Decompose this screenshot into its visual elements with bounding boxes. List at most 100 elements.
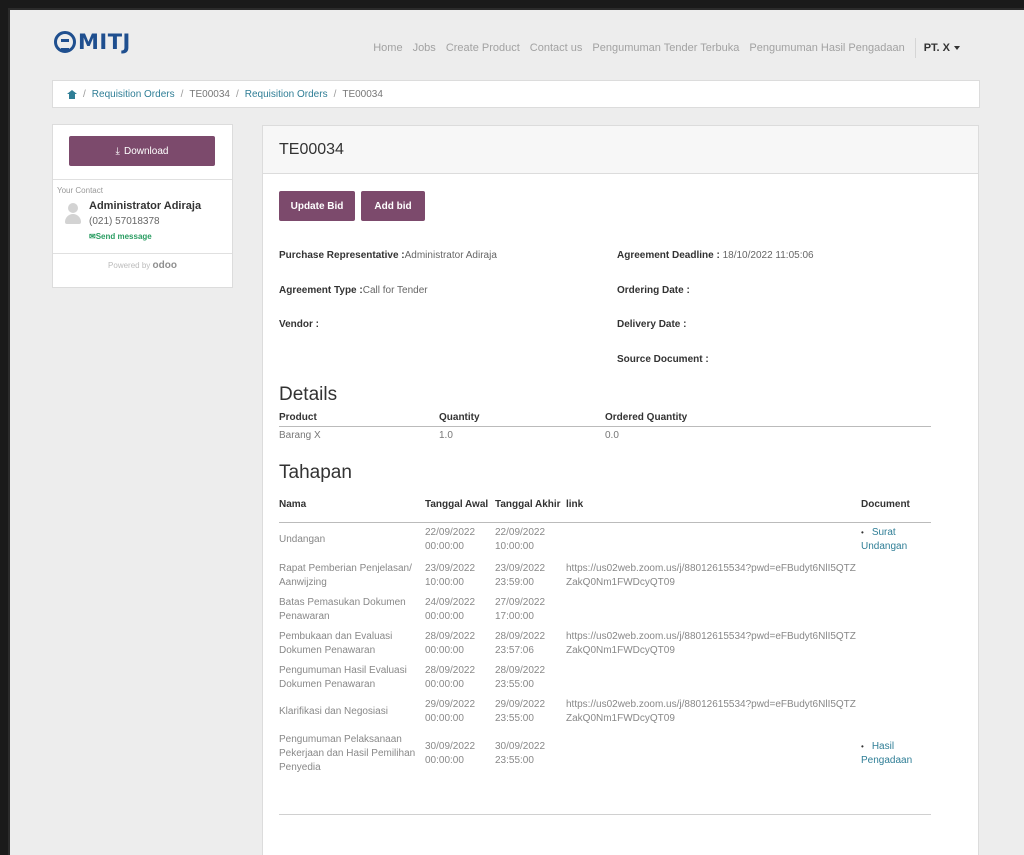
link-cell (566, 522, 861, 558)
document-link[interactable]: Hasil Pengadaan (861, 741, 912, 766)
ordered-quantity-cell: 0.0 (605, 429, 619, 441)
document-cell (861, 558, 931, 594)
start-date-cell: 24/09/2022 00:00:00 (425, 597, 476, 622)
bullet-icon: • (861, 742, 864, 751)
table-row: Pengumuman Pelaksanaan Pekerjaan dan Has… (279, 730, 931, 778)
table-row: Klarifikasi dan Negosiasi 29/09/2022 00:0… (279, 694, 931, 730)
purchase-rep-label: Purchase Representative : (279, 250, 405, 261)
user-menu[interactable]: PT. X (914, 38, 960, 58)
start-date-cell: 28/09/2022 00:00:00 (425, 631, 476, 656)
table-row: Pembukaan dan Evaluasi Dokumen Penawaran… (279, 626, 931, 662)
breadcrumb-item: TE00034 (189, 88, 230, 100)
end-date-cell: 28/09/2022 23:57:06 (495, 631, 546, 656)
divider (53, 253, 232, 254)
stage-name-cell: Klarifikasi dan Negosiasi (279, 706, 388, 717)
purchase-rep-value: Administrator Adiraja (404, 250, 497, 261)
sidebar: ⤓ Download Your Contact Administrator Ad… (52, 124, 233, 288)
stage-name-cell: Batas Pemasukan Dokumen Penawaran (279, 597, 406, 622)
start-date-cell: 28/09/2022 00:00:00 (425, 665, 476, 690)
link-cell (566, 730, 861, 778)
link-cell[interactable]: https://us02web.zoom.us/j/88012615534?pw… (566, 626, 861, 662)
user-name: PT. X (923, 42, 950, 54)
table-row: Barang X 1.0 0.0 (279, 426, 931, 444)
document-cell (861, 594, 931, 626)
stage-name-cell: Rapat Pemberian Penjelasan/ Aanwijzing (279, 563, 412, 588)
odoo-logo[interactable]: odoo (153, 260, 177, 271)
agreement-type-field: Agreement Type :Call for Tender (279, 285, 428, 296)
tahapan-title: Tahapan (279, 462, 352, 483)
source-document-field: Source Document : (617, 354, 709, 365)
agreement-deadline-field: Agreement Deadline : 18/10/2022 11:05:06 (617, 250, 814, 261)
send-message-label: Send message (95, 232, 152, 241)
agreement-deadline-value: 18/10/2022 11:05:06 (722, 250, 814, 261)
nav-link-create-product[interactable]: Create Product (446, 42, 520, 54)
start-date-cell: 30/09/2022 00:00:00 (425, 741, 476, 766)
column-header: Ordered Quantity (605, 410, 931, 427)
link-cell (566, 594, 861, 626)
powered-by-label: Powered by (108, 261, 151, 270)
delivery-date-field: Delivery Date : (617, 319, 686, 330)
document-cell[interactable]: • Surat Undangan (861, 522, 931, 558)
download-icon: ⤓ (115, 145, 120, 157)
send-message-link[interactable]: ✉Send message (89, 232, 152, 241)
vendor-field: Vendor : (279, 319, 319, 330)
link-cell[interactable]: https://us02web.zoom.us/j/88012615534?pw… (566, 558, 861, 594)
update-bid-button[interactable]: Update Bid (279, 191, 355, 221)
table-header-row: Nama Tanggal Awal Tanggal Akhir link Doc… (279, 488, 931, 523)
delivery-date-label: Delivery Date : (617, 319, 687, 330)
document-cell[interactable]: • Hasil Pengadaan (861, 730, 931, 778)
start-date-cell: 23/09/2022 10:00:00 (425, 563, 476, 588)
add-bid-button[interactable]: Add bid (361, 191, 425, 221)
column-header: Product (279, 410, 439, 427)
logo[interactable]: MITJ (54, 30, 131, 54)
start-date-cell: 22/09/2022 00:00:00 (425, 527, 476, 553)
end-date-cell: 23/09/2022 23:59:00 (495, 563, 546, 588)
link-cell[interactable]: https://us02web.zoom.us/j/88012615534?pw… (566, 694, 861, 730)
purchase-rep-field: Purchase Representative :Administrator A… (279, 250, 497, 261)
contact-name: Administrator Adiraja (89, 200, 202, 212)
breadcrumb-item[interactable]: Requisition Orders (245, 89, 328, 100)
home-icon[interactable] (67, 89, 77, 99)
stage-name-cell: Undangan (279, 534, 326, 546)
column-header: Tanggal Akhir (495, 488, 566, 523)
logo-text: MITJ (78, 30, 131, 54)
column-header: Tanggal Awal (425, 488, 495, 523)
breadcrumb-item[interactable]: Requisition Orders (92, 89, 175, 100)
agreement-deadline-label: Agreement Deadline : (617, 250, 720, 261)
column-header: Nama (279, 488, 425, 523)
details-title: Details (279, 384, 338, 405)
link-cell (566, 662, 861, 694)
ordering-date-label: Ordering Date : (617, 285, 690, 296)
download-label: Download (123, 145, 169, 157)
product-cell: Barang X (279, 429, 321, 441)
table-row: Rapat Pemberian Penjelasan/ Aanwijzing 23… (279, 558, 931, 594)
powered-by: Powered by odoo (53, 260, 232, 271)
breadcrumb: / Requisition Orders / TE00034 / Requisi… (52, 80, 980, 108)
nav-link-jobs[interactable]: Jobs (413, 42, 436, 54)
browser-frame: MITJ Home Jobs Create Product Contact us… (8, 8, 1024, 855)
contact-phone: (021) 57018378 (89, 216, 160, 227)
document-link[interactable]: Surat Undangan (861, 527, 907, 552)
end-date-cell: 30/09/2022 23:55:00 (495, 741, 546, 766)
source-document-label: Source Document : (617, 354, 709, 365)
table-row: Batas Pemasukan Dokumen Penawaran 24/09/2… (279, 594, 931, 626)
logo-icon (54, 31, 76, 53)
chevron-down-icon (954, 46, 960, 51)
stage-name-cell: Pengumuman Pelaksanaan Pekerjaan dan Has… (279, 734, 416, 773)
document-cell (861, 626, 931, 662)
chat-icon: ✉ (89, 232, 96, 241)
column-header: Quantity (439, 410, 605, 427)
nav-link-contact-us[interactable]: Contact us (530, 42, 583, 54)
document-cell (861, 694, 931, 730)
nav-link-home[interactable]: Home (373, 42, 402, 54)
document-cell (861, 662, 931, 694)
column-header: link (566, 488, 861, 523)
ordering-date-field: Ordering Date : (617, 285, 690, 296)
nav-links: Home Jobs Create Product Contact us Peng… (363, 38, 960, 58)
nav-link-hasil-pengadaan[interactable]: Pengumuman Hasil Pengadaan (749, 42, 904, 54)
agreement-type-value: Call for Tender (362, 285, 428, 296)
nav-link-tender-terbuka[interactable]: Pengumuman Tender Terbuka (592, 42, 739, 54)
download-button[interactable]: ⤓ Download (69, 136, 215, 166)
main-card: TE00034 Update Bid Add bid Purchase Repr… (262, 125, 979, 855)
bullet-icon: • (861, 528, 864, 538)
